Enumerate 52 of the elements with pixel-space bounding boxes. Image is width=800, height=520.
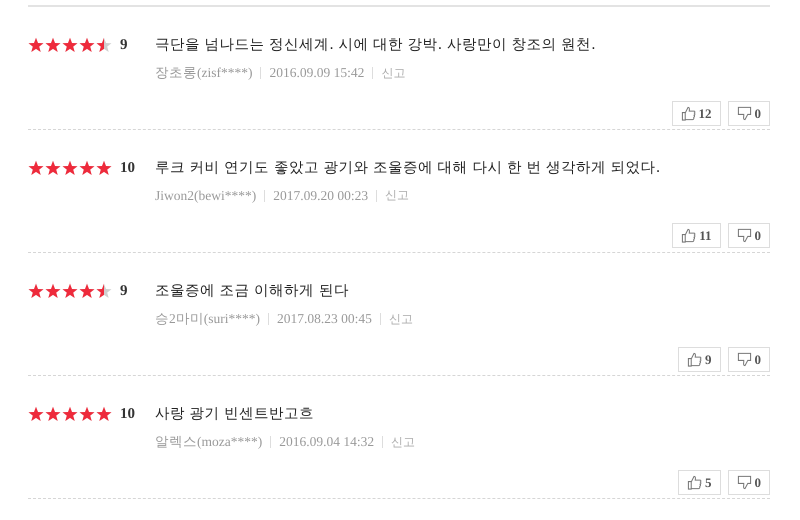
star-icon — [28, 37, 44, 53]
star-icon — [79, 160, 95, 176]
star-icon — [62, 37, 78, 53]
score: 9 — [120, 282, 128, 300]
star-icon — [79, 283, 95, 299]
star-icon — [28, 406, 44, 422]
dislike-button[interactable]: 0 — [728, 347, 770, 372]
star-icon — [79, 37, 95, 53]
dislike-button[interactable]: 0 — [728, 470, 770, 495]
star-icon — [79, 406, 95, 422]
star-icon — [45, 160, 61, 176]
dislike-button[interactable]: 0 — [728, 101, 770, 126]
dislike-button[interactable]: 0 — [728, 223, 770, 248]
like-button[interactable]: 12 — [672, 101, 720, 126]
like-button[interactable]: 9 — [678, 347, 720, 372]
score: 9 — [120, 36, 128, 54]
thumbs-up-icon — [680, 106, 696, 121]
thumbs-up-icon — [681, 228, 696, 243]
thumbs-down-icon — [736, 475, 752, 490]
star-icon — [96, 283, 112, 299]
star-icon — [28, 160, 44, 176]
star-icon — [45, 283, 61, 299]
thumbs-up-icon — [687, 352, 702, 367]
star-icon — [96, 37, 112, 53]
review-date: 2016.09.09 15:42 — [269, 65, 364, 81]
author-name: 알렉스(moza****) — [155, 433, 262, 451]
star-icon — [45, 37, 61, 53]
thumbs-up-icon — [687, 475, 702, 490]
review-text: 루크 커비 연기도 좋았고 광기와 조울증에 대해 다시 한 번 생각하게 되었다. — [155, 159, 662, 178]
like-button[interactable]: 5 — [678, 470, 720, 495]
review-text: 극단을 넘나드는 정신세계. 시에 대한 강박. 사랑만이 창조의 원천. — [155, 36, 597, 55]
author-name: 승2마미(suri****) — [155, 310, 260, 328]
review-date: 2016.09.04 14:32 — [279, 434, 374, 450]
thumbs-down-icon — [736, 106, 752, 121]
thumbs-down-icon — [736, 352, 752, 367]
star-icon — [62, 406, 78, 422]
review-text: 사랑 광기 빈센트반고흐 — [155, 405, 316, 424]
star-icon — [62, 283, 78, 299]
author-name: 장초롱(zisf****) — [155, 64, 252, 82]
review-date: 2017.08.23 00:45 — [277, 311, 372, 327]
star-icon — [96, 406, 112, 422]
score: 10 — [120, 160, 135, 176]
star-icon — [45, 406, 61, 422]
author-name: Jiwon2(bewi****) — [155, 188, 256, 204]
score: 10 — [120, 406, 135, 422]
star-icon — [96, 160, 112, 176]
review-text: 조울증에 조금 이해하게 된다 — [155, 282, 350, 301]
thumbs-down-icon — [736, 228, 752, 243]
star-icon — [28, 283, 44, 299]
review-date: 2017.09.20 00:23 — [273, 188, 368, 204]
like-button[interactable]: 11 — [672, 223, 720, 248]
star-icon — [62, 160, 78, 176]
